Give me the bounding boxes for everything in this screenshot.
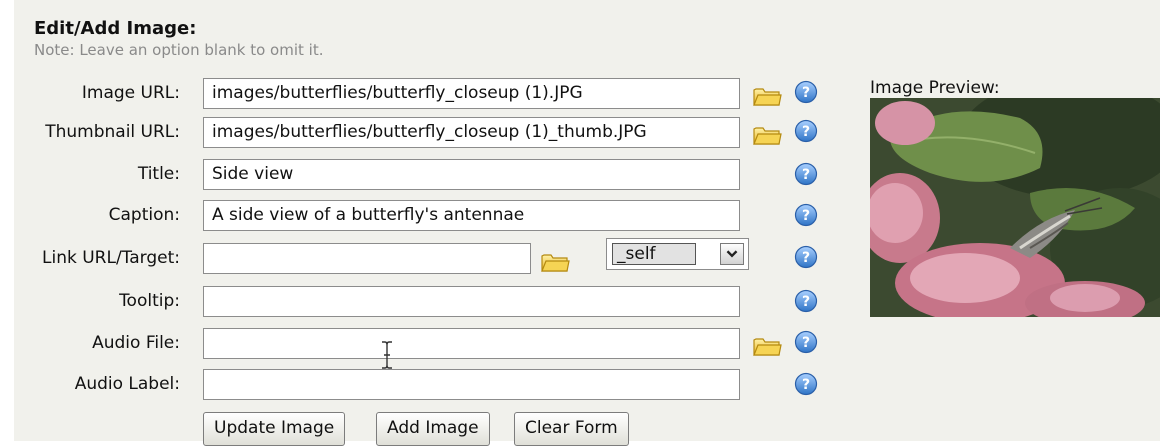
text-cursor-icon bbox=[382, 341, 392, 369]
help-icon[interactable]: ? bbox=[794, 162, 818, 186]
link-target-value: _self bbox=[612, 243, 696, 265]
edit-image-panel: Edit/Add Image: Note: Leave an option bl… bbox=[14, 0, 1160, 446]
chevron-down-icon[interactable] bbox=[720, 243, 744, 265]
link-url-input[interactable] bbox=[203, 243, 531, 274]
thumbnail-url-input[interactable]: images/butterflies/butterfly_closeup (1)… bbox=[203, 117, 740, 148]
audio-file-input[interactable] bbox=[203, 328, 740, 359]
tooltip-label: Tooltip: bbox=[119, 291, 180, 311]
folder-icon[interactable] bbox=[752, 84, 782, 108]
title-input[interactable]: Side view bbox=[203, 159, 740, 190]
image-preview bbox=[870, 98, 1160, 317]
help-icon[interactable]: ? bbox=[794, 372, 818, 396]
tooltip-input[interactable] bbox=[203, 286, 740, 317]
folder-icon[interactable] bbox=[752, 334, 782, 358]
audio-label-input[interactable] bbox=[203, 369, 740, 400]
svg-text:?: ? bbox=[802, 208, 810, 224]
svg-text:?: ? bbox=[802, 250, 810, 266]
svg-text:?: ? bbox=[802, 85, 810, 101]
folder-icon[interactable] bbox=[752, 123, 782, 147]
help-icon[interactable]: ? bbox=[794, 245, 818, 269]
image-preview-label: Image Preview: bbox=[870, 78, 1000, 98]
image-url-input[interactable]: images/butterflies/butterfly_closeup (1)… bbox=[203, 78, 740, 109]
svg-text:?: ? bbox=[802, 377, 810, 393]
svg-text:?: ? bbox=[802, 335, 810, 351]
thumbnail-url-label: Thumbnail URL: bbox=[45, 122, 180, 142]
link-url-label: Link URL/Target: bbox=[42, 248, 180, 268]
svg-text:?: ? bbox=[802, 124, 810, 140]
help-icon[interactable]: ? bbox=[794, 330, 818, 354]
form-note: Note: Leave an option blank to omit it. bbox=[34, 41, 324, 59]
svg-text:?: ? bbox=[802, 294, 810, 310]
help-icon[interactable]: ? bbox=[794, 203, 818, 227]
help-icon[interactable]: ? bbox=[794, 289, 818, 313]
folder-icon[interactable] bbox=[540, 250, 570, 274]
svg-text:?: ? bbox=[802, 167, 810, 183]
audio-label-label: Audio Label: bbox=[74, 374, 180, 394]
title-label: Title: bbox=[137, 164, 180, 184]
audio-file-label: Audio File: bbox=[92, 333, 180, 353]
caption-input[interactable]: A side view of a butterfly's antennae bbox=[203, 200, 740, 231]
help-icon[interactable]: ? bbox=[794, 80, 818, 104]
page-title: Edit/Add Image: bbox=[34, 18, 197, 39]
help-icon[interactable]: ? bbox=[794, 119, 818, 143]
image-url-label: Image URL: bbox=[81, 83, 180, 103]
caption-label: Caption: bbox=[108, 205, 180, 225]
link-target-select[interactable]: _self bbox=[606, 238, 749, 270]
